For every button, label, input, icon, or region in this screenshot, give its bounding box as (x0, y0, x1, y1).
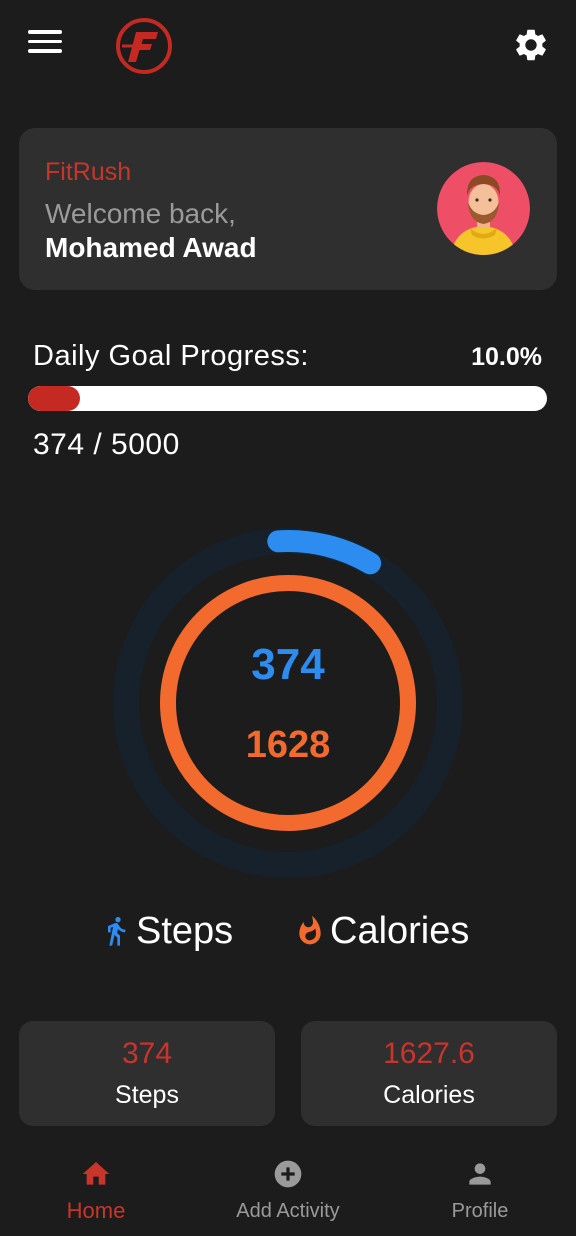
welcome-text: Welcome back, (45, 198, 236, 229)
brand-name: FitRush (45, 158, 132, 186)
home-icon (82, 1162, 110, 1185)
menu-icon (28, 30, 62, 34)
goal-percent: 10.0% (471, 343, 542, 371)
app-logo-icon (116, 18, 172, 74)
bottom-navigation: Home Add Activity Profile (0, 1150, 576, 1236)
person-icon (469, 1163, 491, 1185)
user-name: Mohamed Awad (45, 232, 257, 263)
steps-stat-label: Steps (115, 1081, 179, 1109)
nav-add-activity-label: Add Activity (236, 1200, 340, 1222)
steps-stat-value: 374 (121, 1037, 173, 1070)
steps-stat-card: 374 Steps (19, 1021, 275, 1126)
ring-calories-value: 1628 (245, 724, 331, 766)
legend-steps-label: Steps (136, 909, 234, 952)
calories-stat-label: Calories (383, 1081, 475, 1109)
goal-label: Daily Goal Progress: (33, 340, 309, 372)
nav-add-activity[interactable]: Add Activity (192, 1150, 384, 1236)
top-app-bar (0, 0, 576, 92)
ring-steps-value: 374 (251, 640, 325, 689)
calories-stat-card: 1627.6 Calories (301, 1021, 557, 1126)
calories-stat-value: 1627.6 (383, 1037, 475, 1070)
activity-rings (113, 528, 463, 878)
avatar[interactable] (437, 162, 530, 255)
nav-home-label: Home (66, 1198, 126, 1223)
nav-home[interactable]: Home (0, 1150, 192, 1236)
goal-count: 374 / 5000 (33, 428, 180, 461)
legend-calories-label: Calories (330, 909, 470, 952)
legend-calories: Calories (294, 906, 469, 956)
welcome-card: FitRush Welcome back, Mohamed Awad (19, 128, 557, 290)
goal-progress-fill (28, 386, 80, 411)
flame-icon (299, 915, 321, 945)
calories-ring (160, 575, 416, 831)
nav-profile-label: Profile (451, 1200, 509, 1222)
settings-gear-icon[interactable] (512, 26, 550, 64)
nav-profile[interactable]: Profile (384, 1150, 576, 1236)
goal-progress-bar (28, 386, 547, 411)
menu-button[interactable] (28, 30, 62, 58)
running-person-icon (108, 917, 126, 946)
legend-steps: Steps (100, 906, 233, 956)
add-circle-icon (274, 1160, 302, 1188)
